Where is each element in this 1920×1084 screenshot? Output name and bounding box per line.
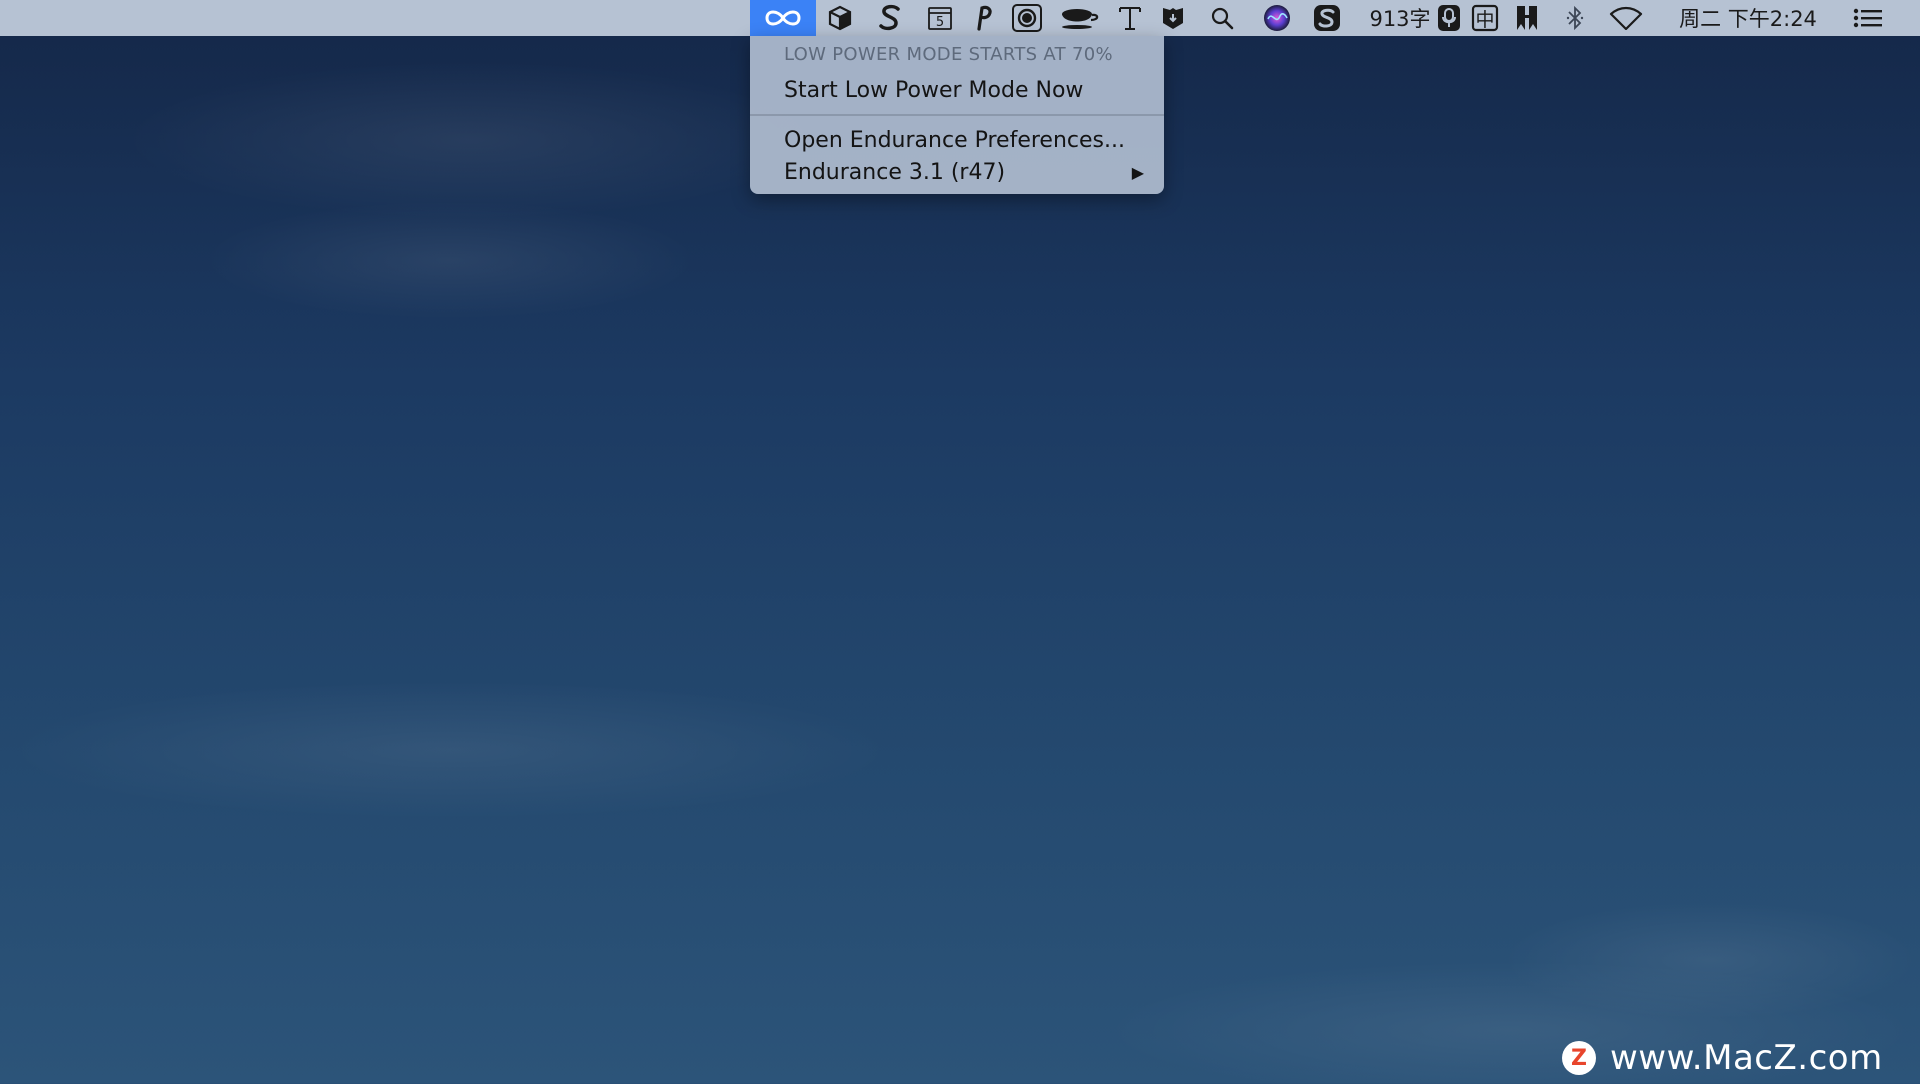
microphone-icon	[1438, 5, 1460, 31]
input-method-icon: 中	[1471, 4, 1499, 32]
bookmark-icon	[1517, 6, 1537, 30]
wallpaper-cloud	[0, 680, 900, 820]
notification-center-icon	[1853, 8, 1882, 28]
wifi-menu-extra[interactable]	[1606, 0, 1646, 36]
menu-item-label: Start Low Power Mode Now	[784, 77, 1084, 103]
dictation-menu-extra[interactable]	[1434, 0, 1464, 36]
sogou-menu-extra[interactable]	[1310, 0, 1344, 36]
input-method-menu-extra[interactable]: 中	[1468, 0, 1502, 36]
clock-menu-extra[interactable]: 周二 下午2:24	[1668, 0, 1828, 36]
endurance-menu-extra[interactable]	[750, 0, 816, 36]
coffee-menu-extra[interactable]	[1056, 0, 1102, 36]
siri-icon	[1264, 5, 1290, 31]
menu-separator	[750, 114, 1164, 116]
menu-section-header: LOW POWER MODE STARTS AT 70%	[784, 44, 1113, 65]
submenu-arrow-icon: ▶	[1131, 162, 1144, 182]
wallpaper-cloud	[1500, 900, 1920, 1020]
s-script-menu-extra[interactable]	[872, 0, 908, 36]
p-icon	[977, 5, 992, 31]
menu-item-start-low-power[interactable]: Start Low Power Mode Now	[750, 74, 1164, 106]
sogou-icon	[1314, 5, 1340, 31]
calendar-5-icon: 5	[928, 7, 952, 30]
shield-menu-extra[interactable]	[1158, 0, 1188, 36]
word-count-label: 913字	[1369, 7, 1431, 31]
shield-icon	[1163, 8, 1183, 29]
screenshot-icon	[1012, 4, 1042, 32]
s-script-icon	[879, 4, 900, 31]
endurance-dropdown-menu: LOW POWER MODE STARTS AT 70% Start Low P…	[750, 36, 1164, 194]
notification-center-menu-extra[interactable]	[1850, 0, 1886, 36]
bookmark-menu-extra[interactable]	[1512, 0, 1542, 36]
watermark-text: www.MacZ.com	[1610, 1038, 1883, 1078]
menu-bar: 5 913字 中 周二 下午2:24	[0, 0, 1920, 36]
calendar-menu-extra[interactable]: 5	[922, 0, 958, 36]
p-menu-extra[interactable]	[968, 0, 998, 36]
wallpaper-cloud	[120, 60, 820, 220]
siri-menu-extra[interactable]	[1260, 0, 1294, 36]
endurance-infinity-icon	[765, 10, 801, 26]
cube-menu-extra[interactable]	[822, 0, 858, 36]
wallpaper-cloud	[200, 200, 700, 320]
text-t-icon	[1119, 7, 1141, 30]
menu-item-label: Endurance 3.1 (r47)	[784, 159, 1006, 185]
menu-item-label: Open Endurance Preferences...	[784, 127, 1125, 153]
cube-icon	[828, 5, 852, 31]
menu-item-open-preferences[interactable]: Open Endurance Preferences...	[750, 124, 1164, 156]
screenshot-menu-extra[interactable]	[1008, 0, 1046, 36]
bluetooth-icon	[1566, 5, 1584, 31]
text-menu-extra[interactable]	[1114, 0, 1146, 36]
svg-text:中: 中	[1475, 9, 1494, 31]
word-count-menu-extra[interactable]: 913字	[1369, 0, 1431, 36]
menubar-clock: 周二 下午2:24	[1679, 7, 1817, 31]
watermark: Z www.MacZ.com	[1562, 1036, 1883, 1080]
wifi-icon	[1609, 6, 1643, 30]
watermark-logo-icon: Z	[1562, 1041, 1596, 1075]
spotlight-menu-extra[interactable]	[1206, 0, 1238, 36]
search-icon	[1211, 7, 1234, 30]
watermark-logo-letter: Z	[1571, 1045, 1587, 1071]
menu-item-version-submenu[interactable]: Endurance 3.1 (r47) ▶	[750, 156, 1164, 188]
bluetooth-menu-extra[interactable]	[1562, 0, 1588, 36]
svg-text:5: 5	[936, 15, 944, 30]
coffee-cup-icon	[1062, 9, 1099, 29]
